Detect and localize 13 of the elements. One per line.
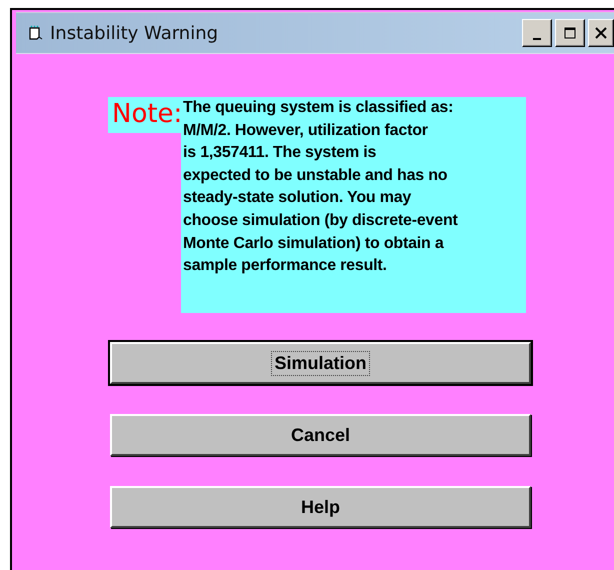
maximize-icon: [564, 27, 576, 39]
dialog-button[interactable]: Help: [110, 486, 531, 528]
maximize-button[interactable]: [555, 19, 585, 47]
dialog-button[interactable]: Cancel: [110, 414, 531, 456]
window-title: Instability Warning: [50, 22, 218, 44]
minimize-icon: [533, 38, 541, 40]
close-icon: [595, 27, 607, 39]
note-text: The queuing system is classified as: M/M/2. However, utilization factor is 1,357411. The system is expected to be unstable and has no steady-state solution. You may choose simulation (by discrete-event Monte Carlo simulation) to obtain a sample performance result.: [181, 97, 526, 313]
minimize-button[interactable]: [522, 19, 552, 47]
dialog-button[interactable]: Simulation: [110, 342, 531, 384]
document-icon: [28, 25, 44, 41]
close-button[interactable]: [588, 19, 614, 47]
note-label: Note:: [108, 97, 181, 133]
